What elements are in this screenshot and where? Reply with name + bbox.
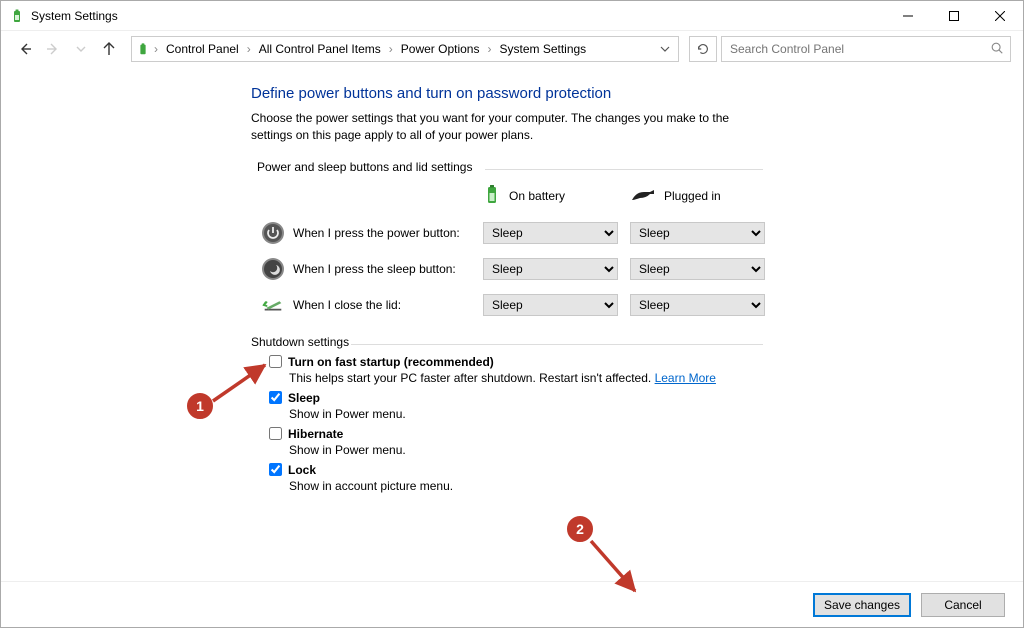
sd-fast-startup: Turn on fast startup (recommended) This … bbox=[269, 355, 1023, 385]
hibernate-checkbox[interactable] bbox=[269, 427, 282, 440]
minimize-button[interactable] bbox=[885, 1, 931, 31]
lock-checkbox[interactable] bbox=[269, 463, 282, 476]
search-icon bbox=[990, 41, 1004, 58]
page-description: Choose the power settings that you want … bbox=[251, 110, 771, 144]
column-label: On battery bbox=[509, 189, 565, 203]
annotation-marker-1: 1 bbox=[187, 393, 213, 419]
column-on-battery: On battery bbox=[483, 184, 618, 209]
save-changes-button[interactable]: Save changes bbox=[813, 593, 911, 617]
sd-sleep: Sleep Show in Power menu. bbox=[269, 391, 1023, 421]
plug-icon bbox=[630, 188, 656, 205]
section-label-text: Shutdown settings bbox=[251, 335, 349, 349]
footer: Save changes Cancel bbox=[1, 581, 1023, 627]
shutdown-section-label: Shutdown settings bbox=[251, 335, 1023, 349]
nav-back-button[interactable] bbox=[13, 37, 37, 61]
nav-up-button[interactable] bbox=[97, 37, 121, 61]
sd-desc: Show in account picture menu. bbox=[289, 479, 1023, 493]
sleep-button-battery-select[interactable]: Sleep bbox=[483, 258, 618, 280]
power-button-battery-select[interactable]: Sleep bbox=[483, 222, 618, 244]
row-label: When I press the power button: bbox=[293, 226, 460, 240]
close-button[interactable] bbox=[977, 1, 1023, 31]
learn-more-link[interactable]: Learn More bbox=[655, 371, 716, 385]
sd-title: Lock bbox=[288, 463, 316, 477]
sd-lock: Lock Show in account picture menu. bbox=[269, 463, 1023, 493]
battery-app-icon bbox=[9, 8, 25, 24]
row-power-button: When I press the power button: bbox=[261, 221, 471, 245]
close-lid-plugged-select[interactable]: Sleep bbox=[630, 294, 765, 316]
sd-desc: Show in Power menu. bbox=[289, 443, 1023, 457]
chevron-right-icon: › bbox=[485, 42, 493, 56]
power-grid: On battery Plugged in When I press the p… bbox=[261, 184, 1023, 317]
shutdown-settings-list: Turn on fast startup (recommended) This … bbox=[269, 355, 1023, 493]
search-box[interactable] bbox=[721, 36, 1011, 62]
column-label: Plugged in bbox=[664, 189, 721, 203]
section-label-text: Power and sleep buttons and lid settings bbox=[257, 160, 472, 174]
breadcrumb-item[interactable]: All Control Panel Items bbox=[253, 37, 387, 61]
fast-startup-checkbox[interactable] bbox=[269, 355, 282, 368]
row-label: When I press the sleep button: bbox=[293, 262, 456, 276]
battery-breadcrumb-icon bbox=[134, 42, 152, 56]
navbar: › Control Panel › All Control Panel Item… bbox=[1, 31, 1023, 67]
sleep-button-plugged-select[interactable]: Sleep bbox=[630, 258, 765, 280]
chevron-right-icon: › bbox=[387, 42, 395, 56]
sd-desc-text: This helps start your PC faster after sh… bbox=[289, 371, 651, 385]
chevron-right-icon: › bbox=[245, 42, 253, 56]
row-sleep-button: When I press the sleep button: bbox=[261, 257, 471, 281]
cancel-button[interactable]: Cancel bbox=[921, 593, 1005, 617]
sd-title: Hibernate bbox=[288, 427, 343, 441]
content-pane: Define power buttons and turn on passwor… bbox=[1, 71, 1023, 585]
row-close-lid: When I close the lid: bbox=[261, 293, 471, 317]
breadcrumb-item[interactable]: System Settings bbox=[493, 37, 592, 61]
column-plugged-in: Plugged in bbox=[630, 188, 765, 205]
maximize-button[interactable] bbox=[931, 1, 977, 31]
window-title: System Settings bbox=[31, 9, 118, 23]
nav-forward-button[interactable] bbox=[41, 37, 65, 61]
power-button-icon bbox=[261, 221, 285, 245]
sleep-button-icon bbox=[261, 257, 285, 281]
power-sleep-section-label: Power and sleep buttons and lid settings bbox=[257, 160, 1023, 174]
sd-desc: Show in Power menu. bbox=[289, 407, 1023, 421]
sd-title: Sleep bbox=[288, 391, 320, 405]
refresh-button[interactable] bbox=[689, 36, 717, 62]
breadcrumb-item[interactable]: Power Options bbox=[395, 37, 486, 61]
battery-icon bbox=[483, 184, 501, 209]
page-heading: Define power buttons and turn on passwor… bbox=[251, 85, 1023, 102]
close-lid-battery-select[interactable]: Sleep bbox=[483, 294, 618, 316]
chevron-down-icon[interactable] bbox=[654, 44, 676, 54]
sleep-checkbox[interactable] bbox=[269, 391, 282, 404]
sd-hibernate: Hibernate Show in Power menu. bbox=[269, 427, 1023, 457]
power-button-plugged-select[interactable]: Sleep bbox=[630, 222, 765, 244]
divider bbox=[485, 169, 763, 170]
sd-title: Turn on fast startup (recommended) bbox=[288, 355, 494, 369]
breadcrumb[interactable]: › Control Panel › All Control Panel Item… bbox=[131, 36, 679, 62]
annotation-marker-2: 2 bbox=[567, 516, 593, 542]
divider bbox=[351, 344, 763, 345]
sd-desc: This helps start your PC faster after sh… bbox=[289, 371, 1023, 385]
laptop-lid-icon bbox=[261, 293, 285, 317]
chevron-right-icon: › bbox=[152, 42, 160, 56]
titlebar: System Settings bbox=[1, 1, 1023, 31]
breadcrumb-item[interactable]: Control Panel bbox=[160, 37, 245, 61]
search-input[interactable] bbox=[728, 41, 990, 57]
row-label: When I close the lid: bbox=[293, 298, 401, 312]
nav-recent-button[interactable] bbox=[69, 37, 93, 61]
